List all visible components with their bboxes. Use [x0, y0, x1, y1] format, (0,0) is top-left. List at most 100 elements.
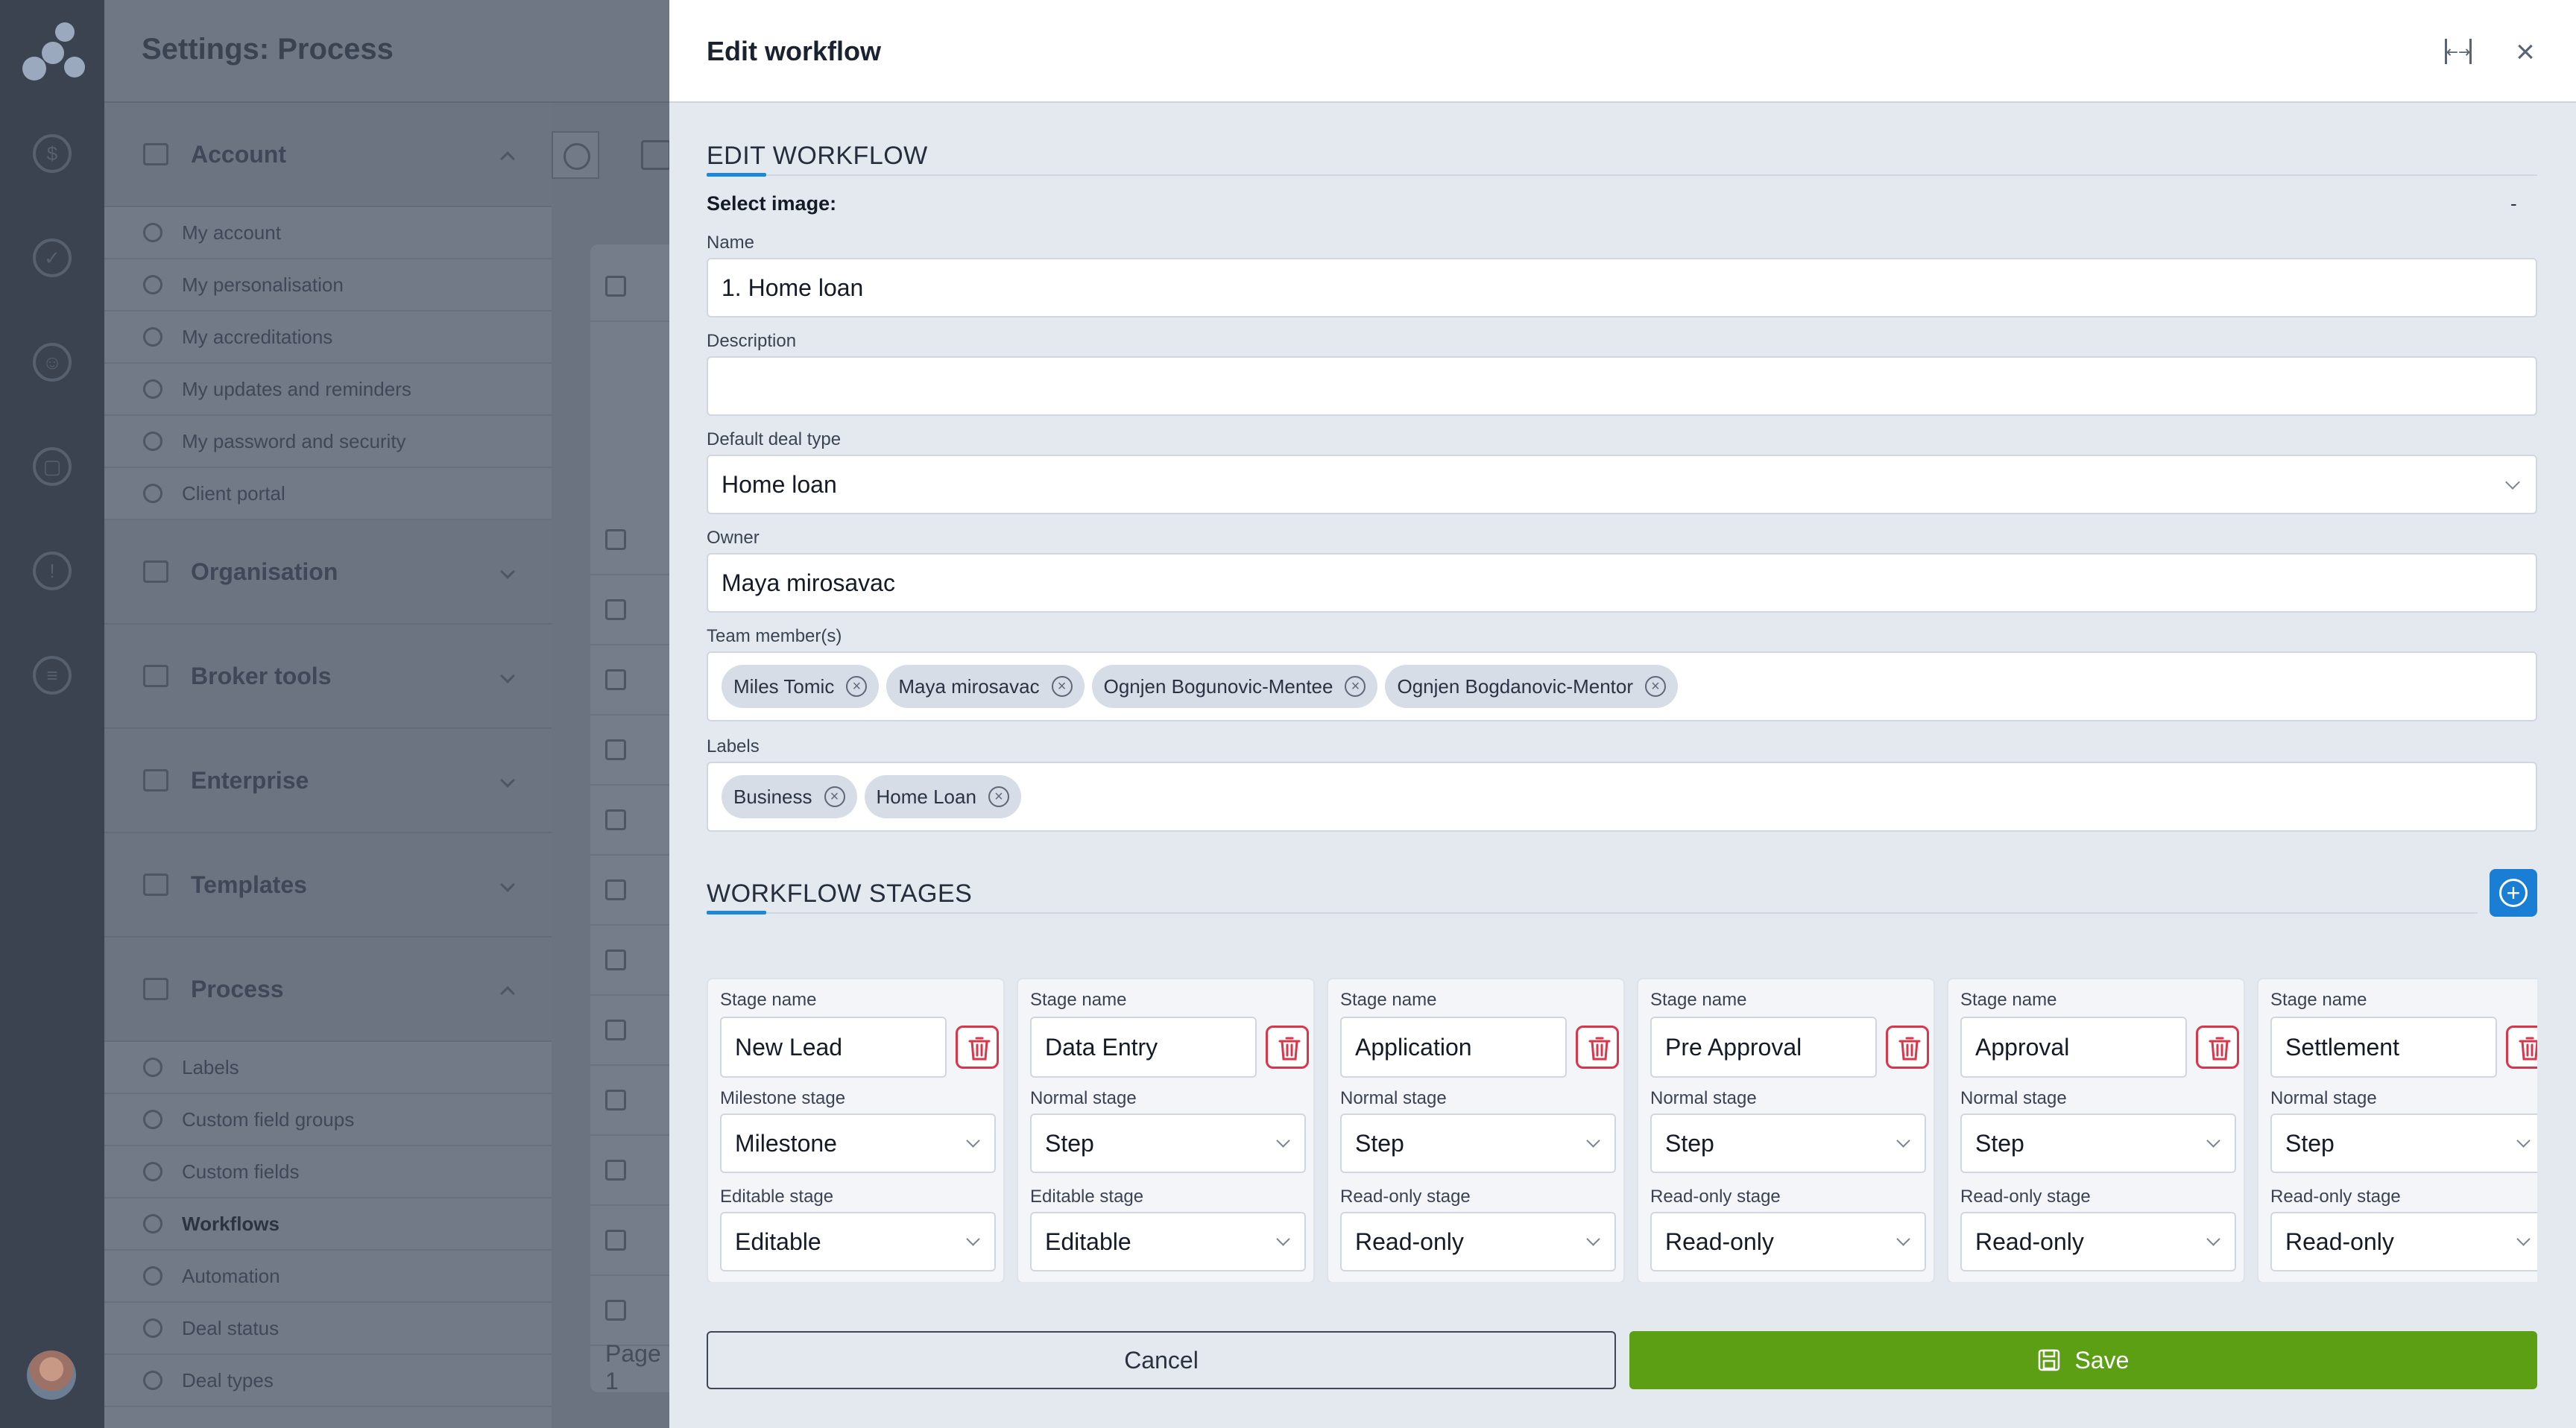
stage-type-select[interactable]: Step — [2270, 1113, 2537, 1173]
page-header: Settings: Process — [104, 0, 671, 103]
stage-edit-select[interactable]: Editable — [1030, 1212, 1306, 1271]
row-checkbox[interactable] — [605, 809, 626, 830]
list-icon — [143, 1371, 162, 1390]
select-image-value[interactable]: - — [2510, 192, 2517, 215]
table-row[interactable] — [590, 996, 680, 1066]
sidebar-item-client-portal[interactable]: Client portal — [104, 468, 552, 520]
stage-type-select[interactable]: Step — [1650, 1113, 1926, 1173]
cancel-button[interactable]: Cancel — [707, 1331, 1616, 1389]
sidebar-item-my-updates[interactable]: My updates and reminders — [104, 364, 552, 416]
delete-stage-button[interactable] — [2196, 1026, 2239, 1069]
delete-stage-button[interactable] — [956, 1026, 999, 1069]
remove-chip-icon[interactable]: × — [846, 676, 868, 697]
dollar-icon[interactable]: $ — [33, 134, 72, 173]
table-row[interactable] — [590, 856, 680, 926]
workflow-view-icon[interactable] — [641, 140, 671, 170]
remove-chip-icon[interactable]: × — [988, 786, 1009, 807]
stage-name-input[interactable]: Application — [1340, 1017, 1567, 1078]
row-checkbox[interactable] — [605, 1020, 626, 1040]
sidebar-group-account[interactable]: Account — [104, 103, 552, 207]
row-checkbox[interactable] — [605, 739, 626, 760]
table-row[interactable] — [590, 1066, 680, 1136]
list-view-button[interactable] — [552, 131, 599, 179]
labels-input[interactable]: Business × Home Loan × — [707, 762, 2537, 832]
remove-chip-icon[interactable]: × — [1345, 676, 1366, 697]
save-button[interactable]: Save — [1629, 1331, 2537, 1389]
row-checkbox[interactable] — [605, 669, 626, 690]
delete-stage-button[interactable] — [1576, 1026, 1619, 1069]
select-all-checkbox[interactable] — [605, 276, 626, 297]
stage-type-label: Milestone stage — [720, 1088, 846, 1108]
table-row[interactable] — [590, 645, 680, 715]
sidebar-item-labels[interactable]: Labels — [104, 1042, 552, 1094]
table-row[interactable] — [590, 505, 680, 575]
stage-edit-select[interactable]: Read-only — [1340, 1212, 1616, 1271]
deal-type-select[interactable]: Home loan — [707, 455, 2537, 514]
row-checkbox[interactable] — [605, 950, 626, 970]
remove-chip-icon[interactable]: × — [824, 786, 845, 807]
sidebar-group-templates[interactable]: Templates — [104, 833, 552, 938]
sidebar-group-enterprise[interactable]: Enterprise — [104, 729, 552, 833]
table-row[interactable] — [590, 1276, 680, 1346]
app-logo[interactable] — [21, 19, 85, 82]
name-input[interactable]: 1. Home loan — [707, 258, 2537, 317]
sidebar-item-my-account[interactable]: My account — [104, 207, 552, 259]
delete-stage-button[interactable] — [1266, 1026, 1309, 1069]
stage-type-select[interactable]: Step — [1340, 1113, 1616, 1173]
sidebar-item-my-password[interactable]: My password and security — [104, 416, 552, 468]
table-row[interactable] — [590, 575, 680, 645]
sidebar-item-my-personalisation[interactable]: My personalisation — [104, 259, 552, 312]
team-members-input[interactable]: Miles Tomic × Maya mirosavac × Ognjen Bogu… — [707, 651, 2537, 721]
lightbulb-icon[interactable]: ! — [33, 552, 72, 590]
sidebar-item-custom-field-groups[interactable]: Custom field groups — [104, 1094, 552, 1146]
table-row[interactable] — [590, 926, 680, 996]
stage-edit-select[interactable]: Editable — [720, 1212, 996, 1271]
row-checkbox[interactable] — [605, 1160, 626, 1181]
sidebar-item-workflows[interactable]: Workflows — [104, 1198, 552, 1251]
close-icon[interactable]: × — [2509, 36, 2542, 69]
people-icon[interactable]: ☺ — [33, 343, 72, 382]
remove-chip-icon[interactable]: × — [1645, 676, 1667, 697]
stage-edit-select[interactable]: Read-only — [1960, 1212, 2236, 1271]
row-checkbox[interactable] — [605, 1090, 626, 1111]
stage-edit-select[interactable]: Read-only — [2270, 1212, 2537, 1271]
stage-type-select[interactable]: Step — [1960, 1113, 2236, 1173]
sidebar-item-deal-status[interactable]: Deal status — [104, 1303, 552, 1355]
check-circle-icon[interactable]: ✓ — [33, 238, 72, 277]
description-input[interactable] — [707, 356, 2537, 416]
stage-name-input[interactable]: Data Entry — [1030, 1017, 1257, 1078]
row-checkbox[interactable] — [605, 879, 626, 900]
sidebar-group-organisation[interactable]: Organisation — [104, 520, 552, 625]
stage-edit-select[interactable]: Read-only — [1650, 1212, 1926, 1271]
table-row[interactable] — [590, 1136, 680, 1206]
user-avatar[interactable] — [27, 1350, 76, 1400]
stage-name-input[interactable]: Approval — [1960, 1017, 2187, 1078]
layers-icon[interactable]: ≡ — [33, 656, 72, 695]
sidebar-item-custom-fields[interactable]: Custom fields — [104, 1146, 552, 1198]
sidebar-item-automation[interactable]: Automation — [104, 1251, 552, 1303]
sidebar-group-broker-tools[interactable]: Broker tools — [104, 625, 552, 729]
stage-name-input[interactable]: New Lead — [720, 1017, 947, 1078]
expand-width-icon[interactable]: ⇤⇥ — [2443, 37, 2473, 67]
stage-type-select[interactable]: Step — [1030, 1113, 1306, 1173]
box-icon[interactable]: ▢ — [33, 447, 72, 486]
sidebar-group-process[interactable]: Process — [104, 938, 552, 1042]
owner-input[interactable]: Maya mirosavac — [707, 553, 2537, 613]
remove-chip-icon[interactable]: × — [1051, 676, 1073, 697]
delete-stage-button[interactable] — [1886, 1026, 1929, 1069]
table-row[interactable] — [590, 715, 680, 786]
sidebar-item-my-accreditations[interactable]: My accreditations — [104, 312, 552, 364]
sidebar-item-deal-types[interactable]: Deal types — [104, 1355, 552, 1407]
row-checkbox[interactable] — [605, 1230, 626, 1251]
row-checkbox[interactable] — [605, 1300, 626, 1321]
table-row[interactable] — [590, 786, 680, 856]
table-row[interactable] — [590, 1206, 680, 1276]
stage-card: Stage name Pre Approval Normal stage Ste… — [1637, 978, 1935, 1283]
stage-type-select[interactable]: Milestone — [720, 1113, 996, 1173]
stage-name-input[interactable]: Settlement — [2270, 1017, 2497, 1078]
row-checkbox[interactable] — [605, 599, 626, 620]
stage-name-input[interactable]: Pre Approval — [1650, 1017, 1877, 1078]
add-stage-button[interactable]: + — [2490, 869, 2537, 917]
row-checkbox[interactable] — [605, 529, 626, 550]
delete-stage-button[interactable] — [2506, 1026, 2537, 1069]
